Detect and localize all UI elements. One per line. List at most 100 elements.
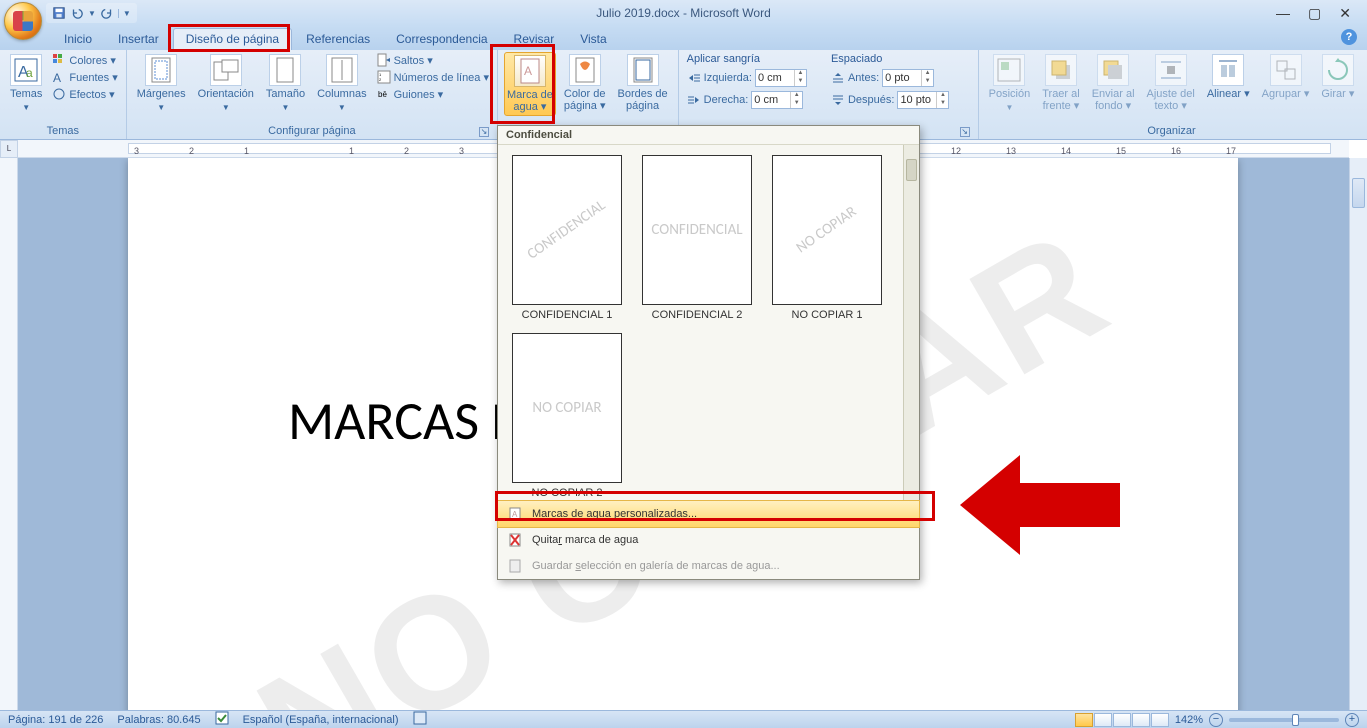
redo-icon[interactable]: [100, 6, 114, 20]
gallery-section-header: Confidencial: [498, 126, 919, 145]
tab-revisar[interactable]: Revisar: [502, 29, 567, 50]
view-full-screen[interactable]: [1094, 713, 1112, 727]
status-macro-icon[interactable]: [413, 711, 427, 728]
configurar-launcher-icon[interactable]: ↘: [479, 127, 489, 137]
save-icon[interactable]: [52, 6, 66, 20]
vertical-ruler[interactable]: [0, 158, 18, 710]
alinear-button[interactable]: Alinear ▾: [1203, 52, 1254, 102]
svg-text:bē: bē: [378, 90, 387, 99]
columnas-button[interactable]: Columnas▼: [313, 52, 371, 116]
close-button[interactable]: ✕: [1339, 6, 1351, 20]
colors-icon: [52, 53, 66, 67]
group-organizar: Posición▼ Traer al frente ▾ Enviar al fo…: [979, 50, 1365, 139]
fonts-icon: A: [52, 70, 66, 84]
zoom-level[interactable]: 142%: [1175, 714, 1203, 726]
tab-correspondencia[interactable]: Correspondencia: [384, 29, 499, 50]
view-outline[interactable]: [1132, 713, 1150, 727]
despues-input[interactable]: 10 pto▲▼: [897, 91, 949, 109]
ajuste-texto-button[interactable]: Ajuste del texto ▾: [1143, 52, 1199, 114]
svg-text:1: 1: [349, 146, 354, 156]
agrupar-button[interactable]: Agrupar ▾: [1258, 52, 1314, 102]
status-page[interactable]: Página: 191 de 226: [8, 714, 103, 726]
menu-remove-watermark[interactable]: Quitar marca de agua: [498, 527, 919, 553]
menu-custom-watermark[interactable]: A Marcas de agua personalizadas...: [497, 500, 920, 528]
undo-arrow-icon[interactable]: ▼: [88, 9, 96, 18]
ruler-corner[interactable]: L: [0, 140, 18, 158]
tamano-button[interactable]: Tamaño▼: [262, 52, 309, 116]
svg-text:12: 12: [951, 146, 961, 156]
colores-button[interactable]: Colores ▾: [50, 52, 119, 68]
quick-access-toolbar: ▼ ▼: [46, 3, 137, 23]
svg-text:a: a: [26, 66, 33, 80]
menu-save-to-gallery: Guardar selección en galería de marcas d…: [498, 553, 919, 579]
enviar-fondo-button[interactable]: Enviar al fondo ▾: [1088, 52, 1139, 114]
view-print-layout[interactable]: [1075, 713, 1093, 727]
guiones-button[interactable]: bēGuiones ▾: [375, 86, 491, 102]
svg-text:3: 3: [459, 146, 464, 156]
gallery-item-no-copiar-1[interactable]: NO COPIAR NO COPIAR 1: [768, 155, 886, 321]
undo-icon[interactable]: [70, 6, 84, 20]
zoom-out-button[interactable]: −: [1209, 713, 1223, 727]
status-proofing-icon[interactable]: [215, 711, 229, 728]
view-web[interactable]: [1113, 713, 1131, 727]
tab-vista[interactable]: Vista: [568, 29, 618, 50]
group-title-configurar: Configurar página↘: [133, 123, 491, 139]
tab-referencias[interactable]: Referencias: [294, 29, 382, 50]
numeros-linea-button[interactable]: 12Números de línea ▾: [375, 69, 491, 85]
maximize-button[interactable]: ▢: [1308, 6, 1321, 20]
tab-insertar[interactable]: Insertar: [106, 29, 171, 50]
parrafo-launcher-icon[interactable]: ↘: [960, 127, 970, 137]
status-words[interactable]: Palabras: 80.645: [117, 714, 200, 726]
group-configurar-pagina: Márgenes▼ Orientación▼ Tamaño▼ Columnas▼…: [127, 50, 498, 139]
sangria-izquierda: Izquierda:0 cm▲▼: [685, 68, 809, 88]
traer-frente-button[interactable]: Traer al frente ▾: [1038, 52, 1084, 114]
color-pagina-button[interactable]: Color de página ▾: [560, 52, 610, 114]
space-before-icon: [831, 71, 845, 85]
status-language[interactable]: Español (España, internacional): [243, 714, 399, 726]
group-title-organizar: Organizar: [985, 123, 1359, 139]
posicion-button[interactable]: Posición▼: [985, 52, 1035, 116]
svg-text:15: 15: [1116, 146, 1126, 156]
gallery-item-confidencial-1[interactable]: CONFIDENCIAL CONFIDENCIAL 1: [508, 155, 626, 321]
sangria-der-input[interactable]: 0 cm▲▼: [751, 91, 803, 109]
espaciado-despues: Después:10 pto▲▼: [829, 90, 951, 110]
save-selection-icon: [508, 558, 524, 574]
gallery-scrollbar[interactable]: [903, 145, 919, 500]
espaciado-antes: Antes:0 pto▲▼: [829, 68, 951, 88]
bordes-pagina-button[interactable]: Bordes de página: [613, 52, 671, 114]
girar-button[interactable]: Girar ▾: [1317, 52, 1358, 102]
qat-more-icon[interactable]: ▼: [118, 9, 131, 18]
svg-text:17: 17: [1226, 146, 1236, 156]
temas-button[interactable]: Aa Temas ▼: [6, 52, 46, 116]
sangria-derecha: Derecha:0 cm▲▼: [685, 90, 809, 110]
space-after-icon: [831, 93, 845, 107]
annotation-arrow: [1020, 483, 1120, 527]
svg-text:3: 3: [134, 146, 139, 156]
line-numbers-icon: 12: [377, 70, 391, 84]
saltos-button[interactable]: Saltos ▾: [375, 52, 491, 68]
zoom-slider[interactable]: [1229, 718, 1339, 722]
zoom-in-button[interactable]: +: [1345, 713, 1359, 727]
gallery-item-confidencial-2[interactable]: CONFIDENCIAL CONFIDENCIAL 2: [638, 155, 756, 321]
office-button[interactable]: [4, 2, 42, 40]
vertical-scrollbar[interactable]: [1349, 158, 1367, 710]
help-icon[interactable]: ?: [1341, 29, 1357, 45]
svg-text:A: A: [53, 71, 61, 84]
gallery-item-no-copiar-2[interactable]: NO COPIAR NO COPIAR 2: [508, 333, 626, 499]
svg-text:1: 1: [244, 146, 249, 156]
svg-text:A: A: [524, 64, 532, 78]
marca-de-agua-button[interactable]: AMarca de agua ▾: [504, 52, 556, 116]
tab-diseno-pagina[interactable]: Diseño de página: [173, 28, 292, 50]
antes-input[interactable]: 0 pto▲▼: [882, 69, 934, 87]
breaks-icon: [377, 53, 391, 67]
group-temas: Aa Temas ▼ Colores ▾ AFuentes ▾ Efectos …: [0, 50, 127, 139]
fuentes-button[interactable]: AFuentes ▾: [50, 69, 119, 85]
indent-right-icon: [687, 93, 701, 107]
efectos-button[interactable]: Efectos ▾: [50, 86, 119, 102]
sangria-izq-input[interactable]: 0 cm▲▼: [755, 69, 807, 87]
minimize-button[interactable]: —: [1276, 6, 1290, 20]
margenes-button[interactable]: Márgenes▼: [133, 52, 190, 116]
tab-inicio[interactable]: Inicio: [52, 29, 104, 50]
view-draft[interactable]: [1151, 713, 1169, 727]
orientacion-button[interactable]: Orientación▼: [194, 52, 258, 116]
